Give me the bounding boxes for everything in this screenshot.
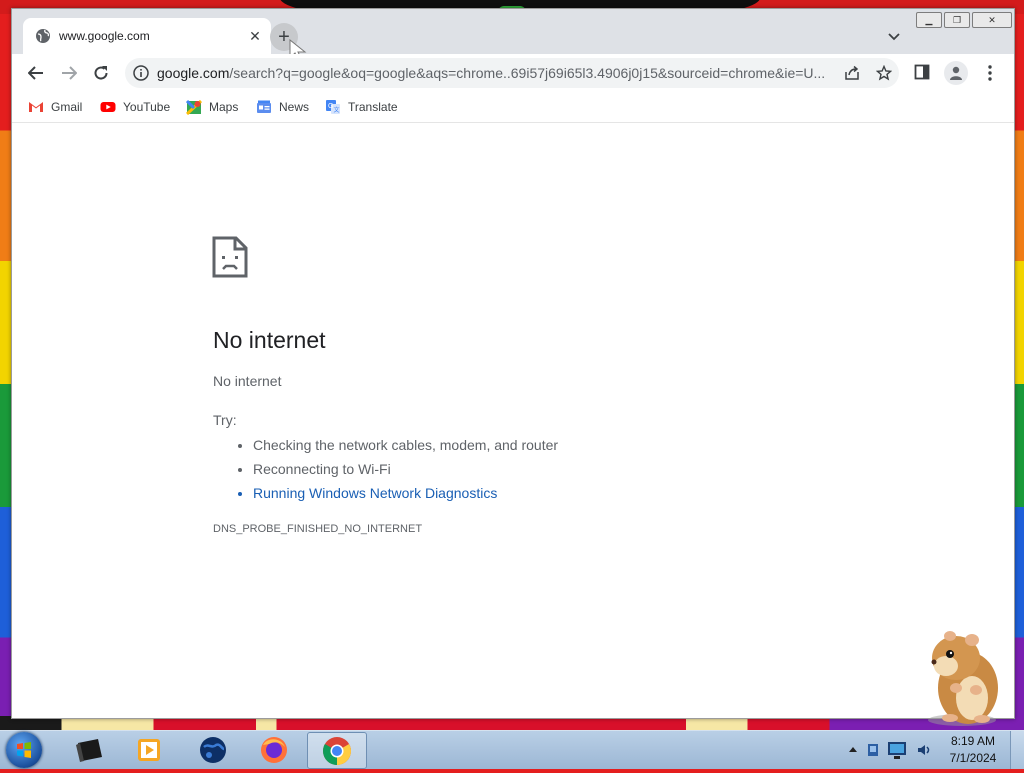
chrome-icon <box>323 736 351 765</box>
bookmark-label: Translate <box>348 100 398 114</box>
volume-icon[interactable] <box>916 742 932 758</box>
suggestion-item: Checking the network cables, modem, and … <box>253 433 558 457</box>
page-title: No internet <box>213 327 326 353</box>
taskbar-chrome-app[interactable] <box>307 732 367 769</box>
bookmark-news[interactable]: News <box>256 97 309 117</box>
bookmark-gmail[interactable]: Gmail <box>28 97 82 117</box>
browser-window: www.google.com ✕ + ▁ ❐ ✕ google.com/sear… <box>11 8 1015 719</box>
bookmark-label: Gmail <box>51 100 83 114</box>
tab-search-button[interactable] <box>882 25 906 49</box>
translate-icon: G文 <box>325 99 341 115</box>
taskbar-globe-app[interactable] <box>184 732 242 767</box>
gmail-icon <box>28 99 44 115</box>
try-label: Try: <box>213 412 237 428</box>
media-player-icon <box>138 738 160 761</box>
start-button[interactable] <box>6 732 42 768</box>
windows-logo-icon <box>17 742 31 758</box>
sad-document-icon <box>212 236 248 278</box>
arrow-left-icon <box>28 66 43 80</box>
taskbar-firefox-app[interactable] <box>245 732 303 767</box>
side-panel-icon[interactable] <box>914 64 930 80</box>
chevron-up-icon[interactable] <box>848 745 858 753</box>
browser-toolbar: google.com/search?q=google&oq=google&aqs… <box>12 54 1014 92</box>
window-controls: ▁ ❐ ✕ <box>916 12 1012 28</box>
bookmark-translate[interactable]: G文 Translate <box>325 97 398 117</box>
back-button[interactable] <box>22 59 50 87</box>
url-host: google.com <box>157 65 230 81</box>
taskbar-media-player-app[interactable] <box>120 732 178 767</box>
tab-strip: www.google.com ✕ + ▁ ❐ ✕ <box>12 9 1014 63</box>
taskbar-terminal-app[interactable] <box>60 732 118 767</box>
info-icon[interactable] <box>133 65 149 81</box>
chevron-down-icon <box>888 33 900 41</box>
arrow-right-icon <box>62 66 77 80</box>
kebab-menu-icon[interactable] <box>980 63 1000 83</box>
globe-icon <box>200 736 226 763</box>
tab-google[interactable]: www.google.com ✕ <box>23 18 271 54</box>
terminal-icon <box>76 738 102 762</box>
clock-date: 7/1/2024 <box>949 751 997 765</box>
minimize-button[interactable]: ▁ <box>916 12 942 28</box>
clock-time: 8:19 AM <box>950 734 996 748</box>
url-path: /search?q=google&oq=google&aqs=chrome..6… <box>229 65 826 81</box>
url-text[interactable]: google.com/search?q=google&oq=google&aqs… <box>157 65 833 81</box>
maps-icon <box>186 99 202 115</box>
bookmark-maps[interactable]: Maps <box>186 97 238 117</box>
suggestion-list: Checking the network cables, modem, and … <box>213 433 558 505</box>
network-diagnostics-link[interactable]: Running Windows Network Diagnostics <box>253 481 558 505</box>
display-icon[interactable] <box>886 739 910 761</box>
suggestion-item: Reconnecting to Wi-Fi <box>253 457 558 481</box>
taskbar: 8:19 AM 7/1/2024 <box>0 730 1024 769</box>
star-icon[interactable] <box>873 62 895 84</box>
forward-button[interactable] <box>55 59 83 87</box>
hamster-mascot <box>928 631 998 726</box>
address-bar[interactable]: google.com/search?q=google&oq=google&aqs… <box>125 58 899 88</box>
profile-avatar[interactable] <box>944 61 968 85</box>
window-close-button[interactable]: ✕ <box>972 12 1012 28</box>
firefox-icon <box>261 736 287 763</box>
svg-text:文: 文 <box>334 106 340 114</box>
youtube-icon <box>100 99 116 115</box>
bookmark-label: News <box>279 100 310 114</box>
system-clock[interactable]: 8:19 AM 7/1/2024 <box>940 733 1006 767</box>
person-icon <box>950 66 962 80</box>
bookmarks-bar: Gmail YouTube Maps News G文 Translate <box>12 92 1014 123</box>
reload-button[interactable] <box>87 59 115 87</box>
restore-button[interactable]: ❐ <box>944 12 970 28</box>
bookmark-label: Maps <box>209 100 239 114</box>
error-subtitle: No internet <box>213 373 282 389</box>
reload-icon <box>94 66 108 80</box>
globe-icon <box>35 28 51 44</box>
error-code: DNS_PROBE_FINISHED_NO_INTERNET <box>213 523 423 535</box>
bookmark-label: YouTube <box>123 100 171 114</box>
bookmark-youtube[interactable]: YouTube <box>100 97 170 117</box>
show-desktop-button[interactable] <box>1010 731 1024 769</box>
page-content: No internet No internet Try: Checking th… <box>12 123 1014 718</box>
tab-title: www.google.com <box>59 29 150 43</box>
close-icon[interactable]: ✕ <box>243 24 267 48</box>
share-icon[interactable] <box>841 62 863 84</box>
network-icon[interactable] <box>866 740 886 760</box>
news-icon <box>256 99 272 115</box>
